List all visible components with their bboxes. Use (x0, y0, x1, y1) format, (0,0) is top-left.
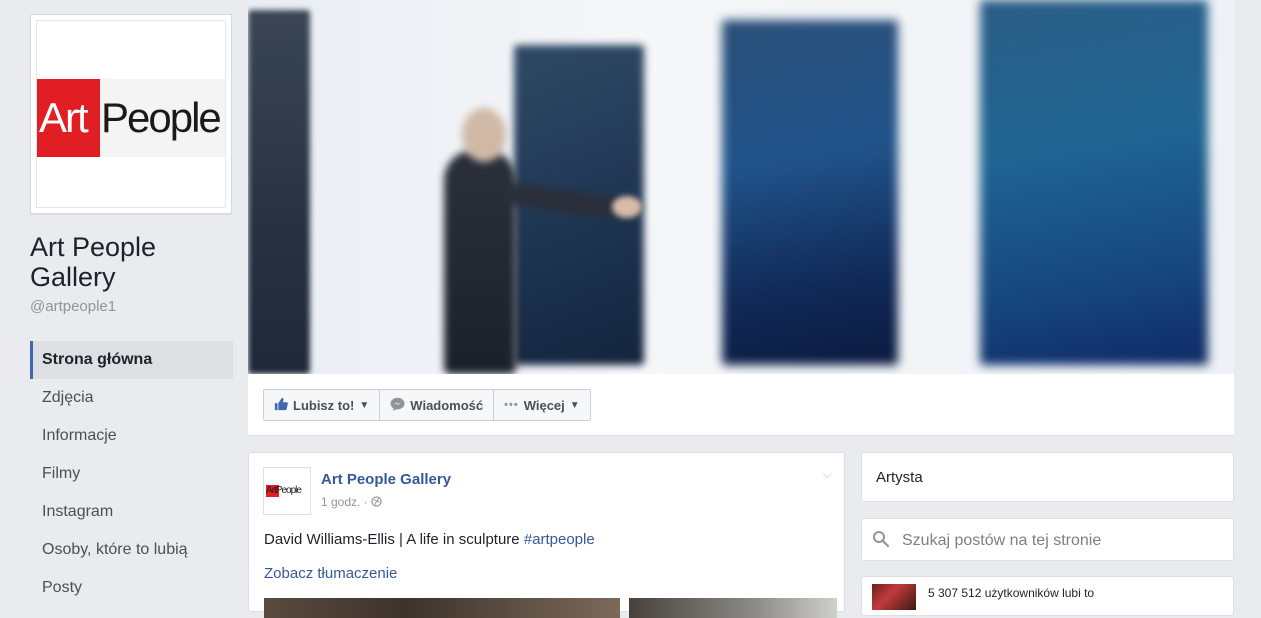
post-author-link[interactable]: Art People Gallery (321, 471, 451, 488)
cover-artwork-2 (722, 20, 898, 365)
page-action-bar: Lubisz to! ▼ Wiadomość ••• Więcej ▼ (248, 374, 1234, 436)
cover-person-body (444, 150, 516, 374)
post-avatar[interactable]: ArtPeople (263, 467, 311, 515)
ellipsis-icon: ••• (504, 399, 519, 411)
page-handle[interactable]: @artpeople1 (30, 298, 116, 315)
page-logo: Art People (36, 20, 226, 208)
likes-thumbnail[interactable] (872, 584, 916, 610)
nav-item-home[interactable]: Strona główna (30, 341, 233, 379)
post-text-body: David Williams-Ellis | A life in sculptu… (264, 531, 524, 548)
avatar-logo-text: ArtPeople (266, 485, 302, 496)
message-button-label: Wiadomość (410, 397, 484, 413)
post-card: ArtPeople Art People Gallery 1 godz. · ⌵… (248, 452, 845, 618)
post-text: David Williams-Ellis | A life in sculptu… (264, 531, 595, 548)
profile-picture[interactable]: Art People (30, 14, 232, 214)
page-likes-card: 5 307 512 użytkowników lubi to (861, 576, 1234, 616)
page-title[interactable]: Art People Gallery (30, 232, 230, 292)
nav-item-about[interactable]: Informacje (30, 417, 233, 455)
side-navigation: Strona główna Zdjęcia Informacje Filmy I… (30, 341, 233, 607)
search-input[interactable]: Szukaj postów na tej stronie (902, 532, 1101, 550)
post-image-1[interactable] (264, 598, 620, 618)
post-timestamp[interactable]: 1 godz. · (321, 495, 382, 509)
cover-person-hand (612, 196, 642, 218)
cover-photo[interactable] (248, 0, 1234, 374)
nav-item-videos[interactable]: Filmy (30, 455, 233, 493)
page-post-search[interactable]: Szukaj postów na tej stronie (861, 518, 1234, 561)
page-likes-count[interactable]: 5 307 512 użytkowników lubi to (928, 586, 1094, 600)
caret-down-icon: ▼ (569, 399, 580, 411)
nav-item-instagram[interactable]: Instagram (30, 493, 233, 531)
nav-item-posts[interactable]: Posty (30, 569, 233, 607)
cover-artwork-left (248, 10, 310, 374)
post-hashtag-link[interactable]: #artpeople (524, 531, 595, 548)
caret-down-icon: ▼ (359, 399, 370, 411)
more-button[interactable]: ••• Więcej ▼ (494, 390, 590, 420)
logo-art-text: Art (39, 94, 89, 141)
more-button-label: Więcej (523, 397, 565, 413)
chat-bubble-icon (390, 397, 405, 414)
like-button[interactable]: Lubisz to! ▼ (264, 390, 381, 420)
page-category-card: Artysta (861, 452, 1234, 502)
cover-artwork-3 (980, 0, 1208, 365)
see-translation-link[interactable]: Zobacz tłumaczenie (264, 565, 397, 582)
post-image-2[interactable] (629, 598, 837, 618)
page-category[interactable]: Artysta (876, 469, 923, 486)
cover-person-head (462, 108, 506, 162)
post-options-chevron-icon[interactable]: ⌵ (823, 467, 832, 482)
logo-people-text: People (101, 94, 222, 141)
search-icon (872, 530, 890, 548)
message-button[interactable]: Wiadomość (380, 390, 495, 420)
like-button-label: Lubisz to! (293, 397, 355, 413)
post-time-text: 1 godz. · (321, 495, 368, 509)
action-button-group: Lubisz to! ▼ Wiadomość ••• Więcej ▼ (263, 389, 591, 421)
thumbs-up-icon (274, 397, 288, 414)
globe-icon (371, 495, 382, 509)
nav-item-likes[interactable]: Osoby, które to lubią (30, 531, 233, 569)
nav-item-photos[interactable]: Zdjęcia (30, 379, 233, 417)
